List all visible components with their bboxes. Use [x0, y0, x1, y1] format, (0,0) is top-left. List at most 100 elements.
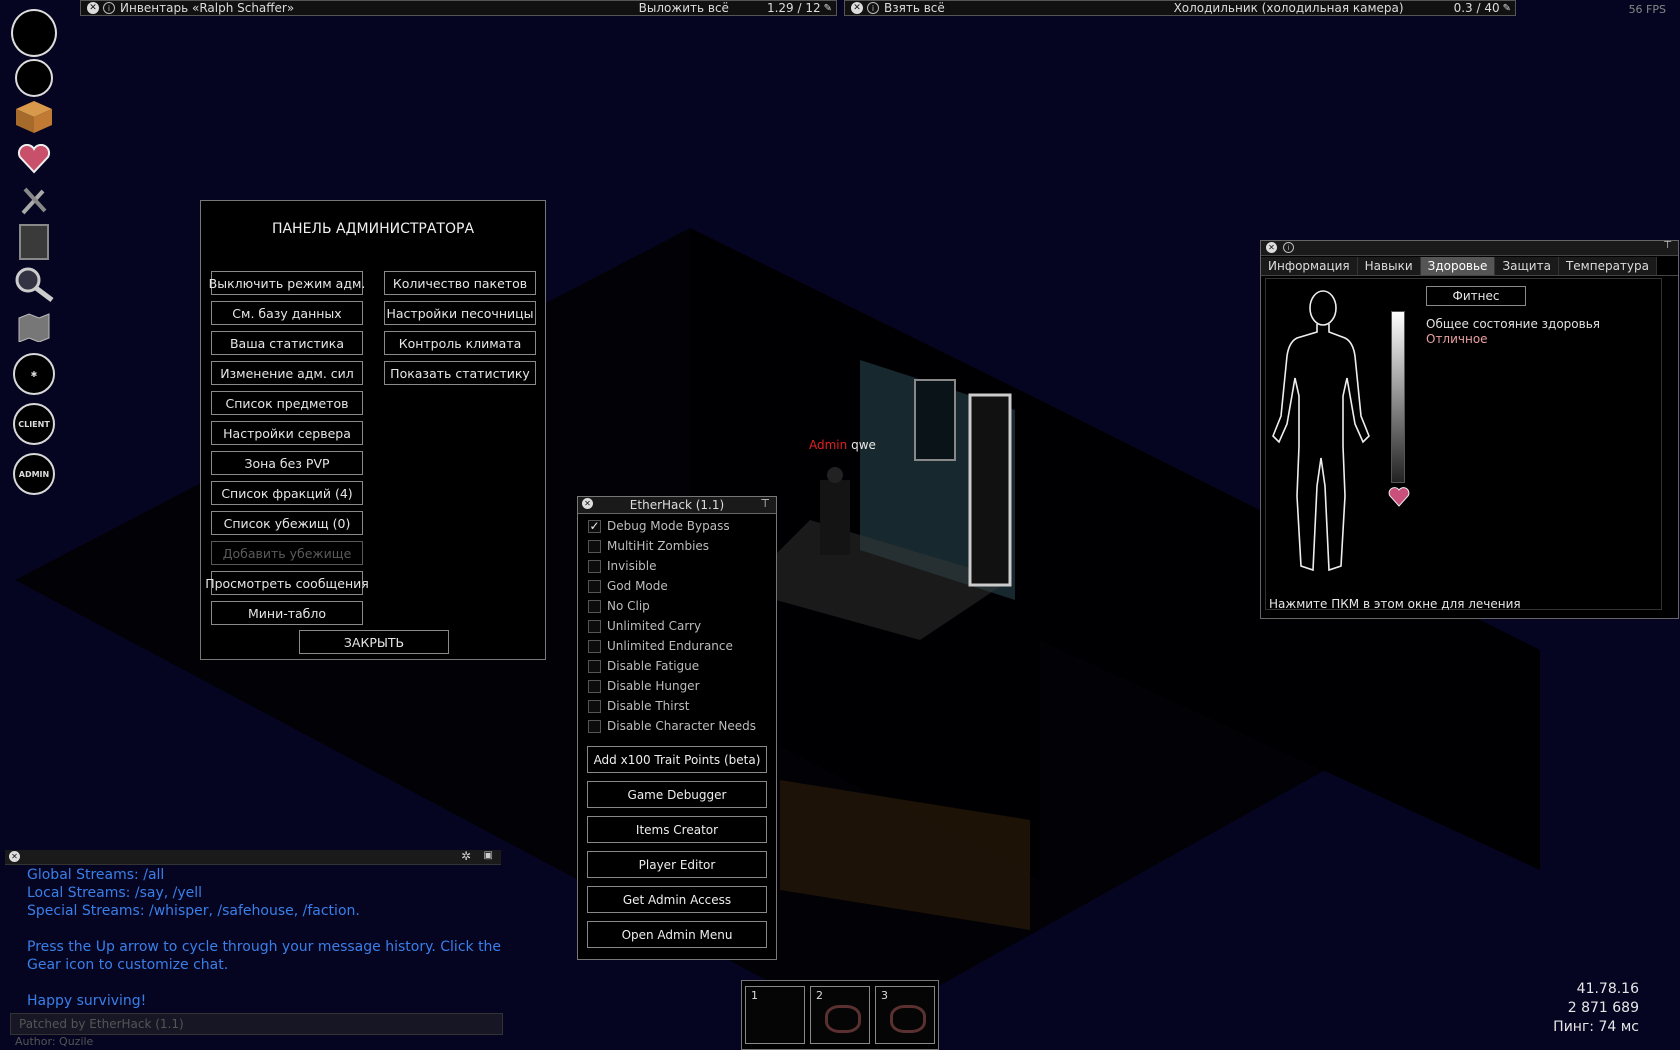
- info-icon[interactable]: i: [1283, 242, 1294, 253]
- etherhack-option[interactable]: God Mode: [588, 579, 668, 593]
- etherhack-option[interactable]: Disable Hunger: [588, 679, 700, 693]
- circle-icon: [15, 59, 53, 97]
- admin-button[interactable]: Изменение адм. сил: [211, 361, 363, 385]
- tab[interactable]: Информация: [1261, 257, 1358, 275]
- magnifier-icon: [15, 267, 54, 302]
- checkbox[interactable]: [588, 559, 601, 573]
- sidebar-health[interactable]: [12, 137, 56, 181]
- lock-icon[interactable]: ▣: [484, 850, 493, 861]
- admin-button[interactable]: Зона без PVP: [211, 451, 363, 475]
- fitness-button[interactable]: Фитнес: [1426, 286, 1526, 306]
- doorway: [968, 393, 1012, 587]
- etherhack-option[interactable]: Unlimited Endurance: [588, 639, 733, 653]
- close-icon[interactable]: ✕: [87, 2, 99, 14]
- admin-close-button[interactable]: ЗАКРЫТЬ: [299, 630, 449, 654]
- chat-titlebar[interactable]: ✕ ✲ ▣: [5, 849, 501, 865]
- checkbox[interactable]: [588, 579, 601, 593]
- etherhack-button[interactable]: Game Debugger: [587, 781, 767, 808]
- etherhack-option[interactable]: MultiHit Zombies: [588, 539, 709, 553]
- etherhack-button[interactable]: Player Editor: [587, 851, 767, 878]
- sidebar-map[interactable]: [12, 305, 56, 349]
- tab[interactable]: Здоровье: [1420, 257, 1496, 275]
- pin-icon[interactable]: ✎: [1503, 3, 1511, 14]
- etherhack-button[interactable]: Open Admin Menu: [587, 921, 767, 948]
- admin-button[interactable]: Ваша статистика: [211, 331, 363, 355]
- checkbox-checked[interactable]: ✓: [588, 519, 601, 533]
- chat-message: Global Streams: /all: [27, 867, 165, 883]
- tab[interactable]: Защита: [1495, 257, 1559, 275]
- etherhack-option[interactable]: Invisible: [588, 559, 657, 573]
- etherhack-option[interactable]: Disable Character Needs: [588, 719, 756, 733]
- sidebar-crafting[interactable]: [12, 178, 56, 222]
- etherhack-button[interactable]: Add x100 Trait Points (beta): [587, 746, 767, 773]
- gear-icon[interactable]: ✲: [461, 849, 471, 863]
- slot-number: 3: [881, 989, 888, 1002]
- info-icon[interactable]: i: [103, 2, 115, 14]
- pin-icon[interactable]: ⊤: [1663, 240, 1672, 251]
- etherhack-option[interactable]: ✓ Debug Mode Bypass: [588, 519, 730, 533]
- etherhack-option[interactable]: Disable Fatigue: [588, 659, 699, 673]
- map-icon: [18, 313, 50, 342]
- sidebar-admin[interactable]: ADMIN: [12, 452, 56, 496]
- close-icon[interactable]: ✕: [1266, 242, 1277, 253]
- etherhack-button[interactable]: Items Creator: [587, 816, 767, 843]
- sidebar-zombie[interactable]: ✱: [12, 352, 56, 396]
- inventory-weight: 1.29 / 12: [766, 1, 821, 15]
- close-icon[interactable]: ✕: [582, 498, 593, 509]
- inventory-title: Инвентарь «Ralph Schaffer»: [120, 1, 295, 15]
- admin-button[interactable]: Мини-табло: [211, 601, 363, 625]
- admin-button[interactable]: Контроль климата: [384, 331, 536, 355]
- admin-button[interactable]: Количество пакетов: [384, 271, 536, 295]
- sidebar-furnace[interactable]: [12, 220, 56, 264]
- admin-button[interactable]: Показать статистику: [384, 361, 536, 385]
- close-icon[interactable]: ✕: [851, 2, 863, 14]
- sidebar-client[interactable]: CLIENT: [12, 402, 56, 446]
- player-role: Admin: [809, 438, 848, 452]
- player-head: [827, 467, 843, 483]
- pin-icon[interactable]: ✎: [824, 3, 832, 14]
- etherhack-option[interactable]: No Clip: [588, 599, 650, 613]
- pin-icon[interactable]: ⊤: [760, 497, 770, 510]
- checkbox[interactable]: [588, 639, 601, 653]
- admin-button[interactable]: Выключить режим адм.: [209, 271, 365, 295]
- slot-number: 2: [816, 989, 823, 1002]
- tab[interactable]: Навыки: [1357, 257, 1421, 275]
- close-icon[interactable]: ✕: [9, 851, 20, 862]
- option-label: God Mode: [607, 579, 668, 593]
- admin-button[interactable]: Просмотреть сообщения: [205, 571, 369, 595]
- checkbox[interactable]: [588, 719, 601, 733]
- sidebar-circle-small[interactable]: [12, 56, 56, 100]
- furnace-icon: [19, 224, 49, 260]
- option-label: Invisible: [607, 559, 657, 573]
- take-all-button[interactable]: Взять всё: [884, 1, 945, 15]
- sidebar-search[interactable]: [12, 262, 56, 306]
- admin-button[interactable]: См. базу данных: [211, 301, 363, 325]
- etherhack-option[interactable]: Unlimited Carry: [588, 619, 701, 633]
- etherhack-titlebar[interactable]: ✕ EtherHack (1.1) ⊤: [578, 497, 776, 514]
- admin-button[interactable]: Список убежищ (0): [211, 511, 363, 535]
- admin-panel: ПАНЕЛЬ АДМИНИСТРАТОРА Выключить режим ад…: [200, 200, 546, 660]
- admin-button[interactable]: Список предметов: [211, 391, 363, 415]
- info-icon[interactable]: i: [867, 2, 879, 14]
- drop-all-button[interactable]: Выложить всё: [639, 1, 729, 15]
- health-titlebar[interactable]: ✕ i ⊤: [1261, 240, 1678, 256]
- etherhack-button[interactable]: Get Admin Access: [587, 886, 767, 913]
- sidebar-circle-large[interactable]: [11, 9, 57, 57]
- checkbox[interactable]: [588, 659, 601, 673]
- checkbox[interactable]: [588, 699, 601, 713]
- admin-button[interactable]: Настройки сервера: [211, 421, 363, 445]
- checkbox[interactable]: [588, 679, 601, 693]
- hotbar-slot[interactable]: 1: [745, 986, 805, 1044]
- checkbox[interactable]: [588, 539, 601, 553]
- etherhack-option[interactable]: Disable Thirst: [588, 699, 690, 713]
- admin-button[interactable]: Настройки песочницы: [384, 301, 536, 325]
- hotbar-slot[interactable]: 3: [875, 986, 935, 1044]
- checkbox[interactable]: [588, 619, 601, 633]
- coordinates: 41.78.16: [1576, 981, 1639, 997]
- chat-input[interactable]: Patched by EtherHack (1.1): [10, 1013, 503, 1035]
- admin-button[interactable]: Список фракций (4): [211, 481, 363, 505]
- hotbar-slot[interactable]: 2: [810, 986, 870, 1044]
- sidebar-inventory[interactable]: [12, 95, 56, 139]
- tab[interactable]: Температура: [1558, 257, 1657, 275]
- checkbox[interactable]: [588, 599, 601, 613]
